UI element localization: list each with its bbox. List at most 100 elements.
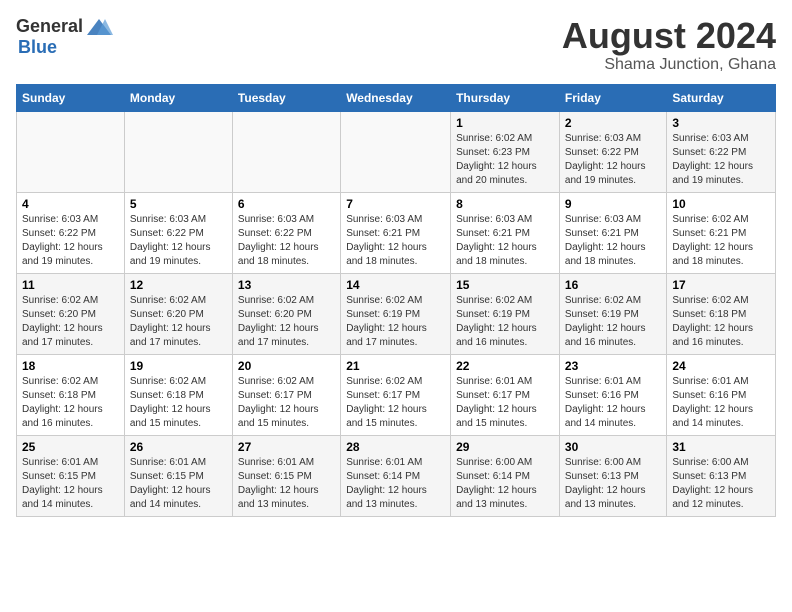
day-cell: 12 Sunrise: 6:02 AMSunset: 6:20 PMDayligh… [124,273,232,354]
day-cell: 17 Sunrise: 6:02 AMSunset: 6:18 PMDayligh… [667,273,776,354]
day-number: 17 [672,278,770,292]
header-cell-friday: Friday [559,84,666,111]
day-number: 29 [456,440,554,454]
day-number: 18 [22,359,119,373]
day-info: Sunrise: 6:02 AMSunset: 6:17 PMDaylight:… [238,375,335,431]
week-row-1: 1Sunrise: 6:02 AMSunset: 6:23 PMDaylight… [17,111,776,192]
day-cell: 14 Sunrise: 6:02 AMSunset: 6:19 PMDayligh… [341,273,451,354]
header-cell-sunday: Sunday [17,84,125,111]
day-number: 19 [130,359,227,373]
day-info: Sunrise: 6:03 AMSunset: 6:22 PMDaylight:… [565,132,661,188]
day-number: 26 [130,440,227,454]
header-cell-tuesday: Tuesday [232,84,340,111]
day-cell: 28Sunrise: 6:01 AMSunset: 6:14 PMDayligh… [341,435,451,516]
day-number: 9 [565,197,661,211]
day-number: 6 [238,197,335,211]
page-header: General Blue August 2024 Shama Junction,… [16,16,776,74]
day-cell: 4 Sunrise: 6:03 AMSunset: 6:22 PMDaylight… [17,192,125,273]
day-number: 21 [346,359,445,373]
day-cell [17,111,125,192]
page-title: August 2024 [562,16,776,56]
day-cell: 27 Sunrise: 6:01 AMSunset: 6:15 PMDayligh… [232,435,340,516]
day-cell: 3 Sunrise: 6:03 AMSunset: 6:22 PMDaylight… [667,111,776,192]
page-subtitle: Shama Junction, Ghana [562,56,776,74]
day-cell: 10 Sunrise: 6:02 AMSunset: 6:21 PMDayligh… [667,192,776,273]
title-block: August 2024 Shama Junction, Ghana [562,16,776,74]
day-cell: 13 Sunrise: 6:02 AMSunset: 6:20 PMDayligh… [232,273,340,354]
day-info: Sunrise: 6:00 AMSunset: 6:13 PMDaylight:… [565,456,661,512]
day-info: Sunrise: 6:02 AMSunset: 6:19 PMDaylight:… [456,294,554,350]
day-info: Sunrise: 6:01 AMSunset: 6:15 PMDaylight:… [238,456,335,512]
day-cell: 21Sunrise: 6:02 AMSunset: 6:17 PMDayligh… [341,354,451,435]
day-cell: 9 Sunrise: 6:03 AMSunset: 6:21 PMDaylight… [559,192,666,273]
week-row-5: 25 Sunrise: 6:01 AMSunset: 6:15 PMDayligh… [17,435,776,516]
day-number: 14 [346,278,445,292]
day-number: 8 [456,197,554,211]
week-row-4: 18Sunrise: 6:02 AMSunset: 6:18 PMDayligh… [17,354,776,435]
day-info: Sunrise: 6:02 AMSunset: 6:20 PMDaylight:… [22,294,119,350]
day-number: 16 [565,278,661,292]
day-cell [124,111,232,192]
day-number: 13 [238,278,335,292]
week-row-2: 4 Sunrise: 6:03 AMSunset: 6:22 PMDaylight… [17,192,776,273]
day-number: 28 [346,440,445,454]
day-number: 1 [456,116,554,130]
day-info: Sunrise: 6:02 AMSunset: 6:21 PMDaylight:… [672,213,770,269]
day-cell [341,111,451,192]
day-number: 15 [456,278,554,292]
day-number: 27 [238,440,335,454]
calendar-header: SundayMondayTuesdayWednesdayThursdayFrid… [17,84,776,111]
day-info: Sunrise: 6:01 AMSunset: 6:15 PMDaylight:… [22,456,119,512]
day-info: Sunrise: 6:02 AMSunset: 6:19 PMDaylight:… [565,294,661,350]
header-cell-saturday: Saturday [667,84,776,111]
day-info: Sunrise: 6:03 AMSunset: 6:22 PMDaylight:… [22,213,119,269]
day-cell [232,111,340,192]
day-cell: 19Sunrise: 6:02 AMSunset: 6:18 PMDayligh… [124,354,232,435]
day-cell: 2 Sunrise: 6:03 AMSunset: 6:22 PMDaylight… [559,111,666,192]
day-cell: 16 Sunrise: 6:02 AMSunset: 6:19 PMDayligh… [559,273,666,354]
day-number: 4 [22,197,119,211]
day-info: Sunrise: 6:01 AMSunset: 6:16 PMDaylight:… [672,375,770,431]
day-info: Sunrise: 6:00 AMSunset: 6:13 PMDaylight:… [672,456,770,512]
day-number: 30 [565,440,661,454]
day-number: 5 [130,197,227,211]
day-number: 31 [672,440,770,454]
header-cell-thursday: Thursday [451,84,560,111]
header-cell-monday: Monday [124,84,232,111]
day-info: Sunrise: 6:03 AMSunset: 6:22 PMDaylight:… [238,213,335,269]
week-row-3: 11Sunrise: 6:02 AMSunset: 6:20 PMDayligh… [17,273,776,354]
day-cell: 29 Sunrise: 6:00 AMSunset: 6:14 PMDayligh… [451,435,560,516]
day-info: Sunrise: 6:02 AMSunset: 6:18 PMDaylight:… [672,294,770,350]
day-info: Sunrise: 6:01 AMSunset: 6:16 PMDaylight:… [565,375,661,431]
day-info: Sunrise: 6:00 AMSunset: 6:14 PMDaylight:… [456,456,554,512]
day-info: Sunrise: 6:03 AMSunset: 6:22 PMDaylight:… [672,132,770,188]
header-cell-wednesday: Wednesday [341,84,451,111]
day-cell: 8Sunrise: 6:03 AMSunset: 6:21 PMDaylight… [451,192,560,273]
day-cell: 22Sunrise: 6:01 AMSunset: 6:17 PMDayligh… [451,354,560,435]
day-number: 22 [456,359,554,373]
header-row: SundayMondayTuesdayWednesdayThursdayFrid… [17,84,776,111]
day-cell: 23 Sunrise: 6:01 AMSunset: 6:16 PMDayligh… [559,354,666,435]
day-number: 2 [565,116,661,130]
day-cell: 18Sunrise: 6:02 AMSunset: 6:18 PMDayligh… [17,354,125,435]
day-info: Sunrise: 6:01 AMSunset: 6:15 PMDaylight:… [130,456,227,512]
day-cell: 11Sunrise: 6:02 AMSunset: 6:20 PMDayligh… [17,273,125,354]
day-number: 25 [22,440,119,454]
day-cell: 5 Sunrise: 6:03 AMSunset: 6:22 PMDaylight… [124,192,232,273]
calendar-body: 1Sunrise: 6:02 AMSunset: 6:23 PMDaylight… [17,111,776,516]
day-info: Sunrise: 6:02 AMSunset: 6:20 PMDaylight:… [130,294,227,350]
day-cell: 31 Sunrise: 6:00 AMSunset: 6:13 PMDayligh… [667,435,776,516]
day-number: 12 [130,278,227,292]
day-info: Sunrise: 6:02 AMSunset: 6:19 PMDaylight:… [346,294,445,350]
logo: General Blue [16,16,113,58]
day-info: Sunrise: 6:02 AMSunset: 6:20 PMDaylight:… [238,294,335,350]
day-info: Sunrise: 6:03 AMSunset: 6:21 PMDaylight:… [565,213,661,269]
day-number: 20 [238,359,335,373]
day-info: Sunrise: 6:03 AMSunset: 6:22 PMDaylight:… [130,213,227,269]
day-cell: 6 Sunrise: 6:03 AMSunset: 6:22 PMDaylight… [232,192,340,273]
day-number: 23 [565,359,661,373]
day-number: 10 [672,197,770,211]
day-cell: 24Sunrise: 6:01 AMSunset: 6:16 PMDayligh… [667,354,776,435]
day-cell: 25 Sunrise: 6:01 AMSunset: 6:15 PMDayligh… [17,435,125,516]
day-number: 3 [672,116,770,130]
